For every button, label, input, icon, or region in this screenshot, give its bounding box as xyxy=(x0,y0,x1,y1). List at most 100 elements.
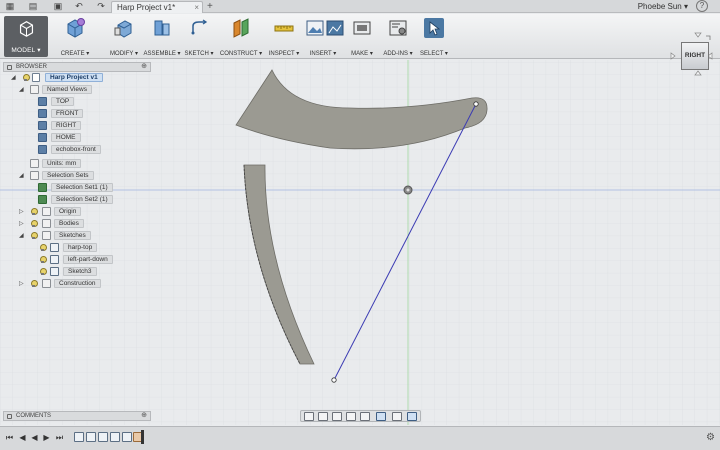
go-to-start-icon[interactable]: ⏮ xyxy=(5,433,14,443)
expand-construction-icon[interactable]: ▷ xyxy=(19,281,25,287)
tree-named-views[interactable]: ◢ Named Views xyxy=(3,85,151,95)
sketch-label: Sketch3 xyxy=(63,267,97,276)
inspect-icon xyxy=(274,25,294,32)
tree-bodies[interactable]: ▷ Bodies xyxy=(3,219,151,229)
timeline-feature-icon[interactable] xyxy=(98,432,108,442)
select-menu[interactable]: SELECT ▾ xyxy=(416,17,452,57)
expand-sketches-icon[interactable]: ◢ xyxy=(19,233,25,239)
save-icon[interactable]: ▣ xyxy=(52,1,64,12)
undo-icon[interactable]: ↶ xyxy=(73,1,85,12)
tree-sketches[interactable]: ◢ Sketches xyxy=(3,231,151,241)
visibility-bulb-icon[interactable] xyxy=(22,74,30,82)
tree-selection-sets[interactable]: ◢ Selection Sets xyxy=(3,171,151,181)
timeline-feature-icon[interactable] xyxy=(74,432,84,442)
sketch-menu[interactable]: SKETCH ▾ xyxy=(181,17,217,57)
timeline-feature-icon[interactable] xyxy=(122,432,132,442)
tree-root[interactable]: ◢ Harp Project v1 xyxy=(3,73,151,83)
zoom-icon[interactable] xyxy=(346,412,356,421)
tree-view-home[interactable]: HOME xyxy=(3,133,151,143)
create-menu[interactable]: CREATE ▾ xyxy=(56,17,94,57)
browser-options-icon[interactable]: ⊕ xyxy=(141,63,147,71)
visibility-bulb-icon[interactable] xyxy=(30,208,38,216)
expand-named-views-icon[interactable]: ◢ xyxy=(19,87,25,93)
tree-sketch-left-part-down[interactable]: left-part-down xyxy=(3,255,151,265)
visibility-bulb-icon[interactable] xyxy=(30,280,38,288)
expand-root-icon[interactable]: ◢ xyxy=(11,75,17,81)
view-label: FRONT xyxy=(51,109,84,118)
display-settings-icon[interactable] xyxy=(376,412,386,421)
origin-center xyxy=(406,188,410,192)
new-tab-button[interactable]: + xyxy=(207,1,217,12)
selection-set-icon xyxy=(38,183,47,192)
file-menu-icon[interactable]: ▤ xyxy=(27,1,39,12)
expand-origin-icon[interactable]: ▷ xyxy=(19,209,25,215)
folder-icon xyxy=(30,171,39,180)
visibility-bulb-icon[interactable] xyxy=(39,256,47,264)
tree-view-top[interactable]: TOP xyxy=(3,97,151,107)
add-comment-icon[interactable]: ⊕ xyxy=(141,412,147,420)
comments-collapse-icon[interactable] xyxy=(7,414,12,419)
play-back-icon[interactable]: ◀ xyxy=(30,433,39,443)
comments-title: COMMENTS xyxy=(16,413,51,419)
expand-bodies-icon[interactable]: ▷ xyxy=(19,221,25,227)
help-button[interactable]: ? xyxy=(696,0,708,12)
insert-menu[interactable]: INSERT ▾ xyxy=(303,17,344,57)
selection-set-icon xyxy=(38,195,47,204)
view-cube[interactable]: RIGHT xyxy=(668,30,714,78)
sketch-point-top[interactable] xyxy=(473,101,479,107)
construct-menu[interactable]: CONSTRUCT ▾ xyxy=(220,17,262,57)
timeline-feature-icon[interactable] xyxy=(110,432,120,442)
tree-view-right[interactable]: RIGHT xyxy=(3,121,151,131)
named-views-label: Named Views xyxy=(42,85,92,94)
sketches-label: Sketches xyxy=(54,231,91,240)
grid-settings-icon[interactable] xyxy=(392,412,402,421)
app-grid-icon[interactable]: ▦ xyxy=(4,1,16,12)
visibility-bulb-icon[interactable] xyxy=(30,232,38,240)
tree-units[interactable]: Units: mm xyxy=(3,159,151,169)
browser-collapse-icon[interactable] xyxy=(7,65,12,70)
named-view-icon xyxy=(38,145,47,154)
fit-icon[interactable] xyxy=(360,412,370,421)
selection-sets-label: Selection Sets xyxy=(42,171,94,180)
timeline-settings-icon[interactable]: ⚙ xyxy=(706,432,715,443)
tree-sketch-harp-top[interactable]: harp-top xyxy=(3,243,151,253)
expand-selection-sets-icon[interactable]: ◢ xyxy=(19,173,25,179)
user-menu[interactable]: Phoebe Sun ▾ xyxy=(638,1,688,12)
sketch-label: harp-top xyxy=(63,243,98,252)
view-cube-face[interactable]: RIGHT xyxy=(681,42,709,70)
timeline-feature-icon[interactable] xyxy=(86,432,96,442)
tree-origin[interactable]: ▷ Origin xyxy=(3,207,151,217)
sketch-point-bottom[interactable] xyxy=(331,377,337,383)
insert-icon xyxy=(326,20,344,36)
document-tab[interactable]: Harp Project v1* × xyxy=(111,1,203,13)
go-to-end-icon[interactable]: ⏭ xyxy=(55,433,64,443)
units-label: Units: mm xyxy=(42,159,82,168)
tree-construction[interactable]: ▷ Construction xyxy=(3,279,151,289)
tree-selection-set-1[interactable]: Selection Set1 (1) xyxy=(3,183,151,193)
close-tab-icon[interactable]: × xyxy=(194,2,199,13)
timeline-marker[interactable] xyxy=(141,430,144,444)
navigation-toolbar xyxy=(300,410,421,422)
workspace-switcher[interactable]: MODEL ▾ xyxy=(4,16,48,57)
visibility-bulb-icon[interactable] xyxy=(39,244,47,252)
construct-label: CONSTRUCT ▾ xyxy=(219,51,263,57)
tree-sketch-3[interactable]: Sketch3 xyxy=(3,267,151,277)
visibility-bulb-icon[interactable] xyxy=(30,220,38,228)
pan-icon[interactable] xyxy=(332,412,342,421)
root-label[interactable]: Harp Project v1 xyxy=(45,73,103,82)
named-view-icon xyxy=(38,121,47,130)
step-back-icon[interactable]: ◀ xyxy=(18,433,27,443)
comments-panel[interactable]: COMMENTS ⊕ xyxy=(3,411,151,421)
redo-icon[interactable]: ↷ xyxy=(95,1,107,12)
tree-view-echobox-front[interactable]: echobox-front xyxy=(3,145,151,155)
visibility-bulb-icon[interactable] xyxy=(39,268,47,276)
look-at-icon[interactable] xyxy=(318,412,328,421)
tree-selection-set-2[interactable]: Selection Set2 (1) xyxy=(3,195,151,205)
viewports-icon[interactable] xyxy=(407,412,417,421)
browser-header[interactable]: BROWSER ⊕ xyxy=(3,62,151,72)
orbit-icon[interactable] xyxy=(304,412,314,421)
play-icon[interactable]: ▶ xyxy=(42,433,51,443)
browser-title: BROWSER xyxy=(16,64,48,70)
select-label: SELECT ▾ xyxy=(420,51,448,57)
tree-view-front[interactable]: FRONT xyxy=(3,109,151,119)
